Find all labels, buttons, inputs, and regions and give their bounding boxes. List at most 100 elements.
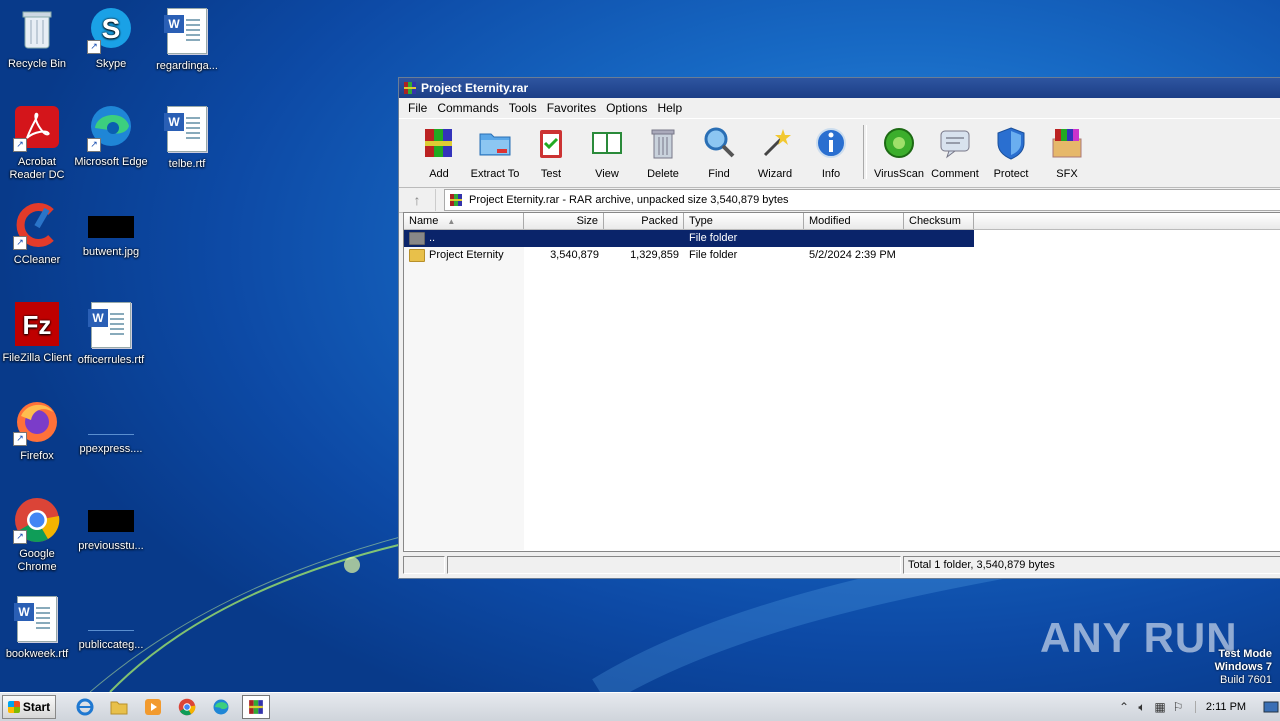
- show-desktop-button[interactable]: [1262, 696, 1280, 718]
- view-book-icon: [592, 132, 622, 154]
- menu-options[interactable]: Options: [601, 101, 652, 115]
- desktop-icon-firefox[interactable]: ↗ Firefox: [0, 398, 74, 463]
- taskbar-ie-icon[interactable]: [72, 696, 98, 718]
- blank-file-icon: [88, 412, 134, 435]
- row-checksum: [904, 247, 974, 264]
- menu-tools[interactable]: Tools: [504, 101, 542, 115]
- info-button[interactable]: Info: [803, 125, 859, 180]
- desktop-icon-officerrules[interactable]: W officerrules.rtf: [74, 300, 148, 367]
- clock[interactable]: 2:11 PM: [1195, 701, 1256, 713]
- name-column-background: [404, 230, 524, 550]
- column-type-header[interactable]: Type: [684, 213, 804, 229]
- desktop-icon-ccleaner[interactable]: ↗ CCleaner: [0, 202, 74, 267]
- find-button[interactable]: Find: [691, 125, 747, 180]
- table-row[interactable]: Project Eternity 3,540,879 1,329,859 Fil…: [404, 247, 1280, 264]
- svg-text:S: S: [102, 13, 121, 44]
- desktop-icon-publiccateg[interactable]: publiccateg...: [74, 594, 148, 652]
- desktop-icon-previousstu[interactable]: previousstu...: [74, 496, 148, 553]
- menu-file[interactable]: File: [403, 101, 432, 115]
- row-checksum: [904, 230, 974, 247]
- add-button[interactable]: Add: [411, 125, 467, 180]
- taskbar-edge-icon[interactable]: [208, 696, 234, 718]
- desktop-icon-label: Microsoft Edge: [74, 156, 148, 168]
- desktop-icon-label: ppexpress....: [79, 443, 143, 455]
- delete-button[interactable]: Delete: [635, 125, 691, 180]
- taskbar-winrar-icon[interactable]: [242, 695, 270, 719]
- info-label: Info: [821, 168, 841, 180]
- view-button[interactable]: View: [579, 125, 635, 180]
- row-modified: 5/2/2024 2:39 PM: [809, 249, 896, 261]
- drive-key-icon[interactable]: [403, 556, 445, 574]
- taskbar-media-player-icon[interactable]: [140, 696, 166, 718]
- address-field[interactable]: Project Eternity.rar - RAR archive, unpa…: [444, 189, 1280, 211]
- desktop-icon-recycle-bin[interactable]: Recycle Bin: [0, 6, 74, 71]
- status-selection: [447, 556, 901, 574]
- parent-folder-icon: [409, 231, 425, 245]
- virus-scan-icon: [884, 128, 914, 158]
- delete-trash-icon: [651, 129, 675, 159]
- folder-extract-icon: [479, 133, 511, 156]
- file-list[interactable]: Name ▲ Size Packed Type Modified Checksu…: [403, 212, 1280, 552]
- desktop-icon-telbe[interactable]: W telbe.rtf: [150, 104, 224, 171]
- virusscan-button[interactable]: VirusScan: [871, 125, 927, 180]
- desktop-icon-label: Google Chrome: [17, 548, 57, 573]
- add-archive-icon: [425, 129, 452, 157]
- desktop-icon-label: Firefox: [20, 450, 54, 462]
- test-button[interactable]: Test: [523, 125, 579, 180]
- menu-favorites[interactable]: Favorites: [542, 101, 601, 115]
- winrar-icon: [404, 82, 416, 94]
- show-hidden-icons-icon[interactable]: ⌃: [1115, 700, 1133, 714]
- desktop-icon-label: Acrobat Reader DC: [9, 156, 65, 181]
- desktop-icon-ppexpress[interactable]: ppexpress....: [74, 398, 148, 456]
- action-center-flag-icon[interactable]: ⚐: [1169, 700, 1187, 714]
- column-checksum-header[interactable]: Checksum: [904, 213, 974, 229]
- watermark-line2: Windows 7: [1214, 661, 1272, 673]
- volume-icon[interactable]: 🔈︎: [1133, 700, 1151, 715]
- desktop-icon-chrome[interactable]: ↗ Google Chrome: [0, 496, 74, 574]
- network-icon[interactable]: ▦: [1151, 700, 1169, 714]
- watermark-line3: Build 7601: [1220, 674, 1272, 686]
- svg-text:Fz: Fz: [23, 310, 52, 340]
- winrar-window[interactable]: Project Eternity.rar File Commands Tools…: [398, 77, 1280, 579]
- desktop-icon-regardinga[interactable]: W regardinga...: [150, 6, 224, 73]
- column-modified-header[interactable]: Modified: [804, 213, 904, 229]
- column-size-header[interactable]: Size: [524, 213, 604, 229]
- row-name-text: ..: [429, 232, 436, 244]
- taskbar-explorer-icon[interactable]: [106, 696, 132, 718]
- window-titlebar[interactable]: Project Eternity.rar: [399, 78, 1280, 98]
- wizard-button[interactable]: Wizard: [747, 125, 803, 180]
- row-name: Project Eternity: [404, 247, 524, 264]
- test-label: Test: [540, 168, 562, 180]
- up-arrow-icon[interactable]: ↑: [399, 189, 436, 211]
- recycle-bin-icon: [13, 6, 61, 54]
- windows-logo-icon: [7, 701, 20, 713]
- menu-help[interactable]: Help: [652, 101, 687, 115]
- table-row[interactable]: .. File folder: [404, 230, 974, 247]
- window-title: Project Eternity.rar: [421, 81, 529, 95]
- protect-button[interactable]: Protect: [983, 125, 1039, 180]
- desktop-icon-skype[interactable]: S ↗ Skype: [74, 6, 148, 71]
- desktop-icon-filezilla[interactable]: Fz FileZilla Client: [0, 300, 74, 365]
- rar-archive-icon: [450, 194, 462, 206]
- sfx-box-icon: [1052, 129, 1082, 158]
- desktop-icon-bookweek[interactable]: W bookweek.rtf: [0, 594, 74, 661]
- address-text: Project Eternity.rar - RAR archive, unpa…: [469, 194, 789, 206]
- comment-button[interactable]: Comment: [927, 125, 983, 180]
- extract-to-button[interactable]: Extract To: [467, 125, 523, 180]
- desktop-icon-label: Skype: [95, 58, 127, 70]
- edge-icon: ↗: [87, 104, 135, 152]
- desktop-icon-edge[interactable]: ↗ Microsoft Edge: [74, 104, 148, 169]
- start-button[interactable]: Start: [2, 695, 56, 719]
- column-packed-header[interactable]: Packed: [604, 213, 684, 229]
- menu-commands[interactable]: Commands: [432, 101, 503, 115]
- desktop-icon-label: Recycle Bin: [7, 58, 67, 70]
- desktop-icon-butwent[interactable]: butwent.jpg: [74, 202, 148, 259]
- wizard-label: Wizard: [757, 168, 793, 180]
- taskbar-chrome-icon[interactable]: [174, 696, 200, 718]
- row-packed: 1,329,859: [630, 249, 679, 261]
- column-name-header[interactable]: Name ▲: [404, 213, 524, 229]
- list-header: Name ▲ Size Packed Type Modified Checksu…: [404, 213, 1280, 230]
- desktop-icon-acrobat[interactable]: ↗ Acrobat Reader DC: [0, 104, 74, 182]
- test-mode-watermark: Test Mode Windows 7 Build 7601: [1215, 648, 1272, 687]
- sfx-button[interactable]: SFX: [1039, 125, 1095, 180]
